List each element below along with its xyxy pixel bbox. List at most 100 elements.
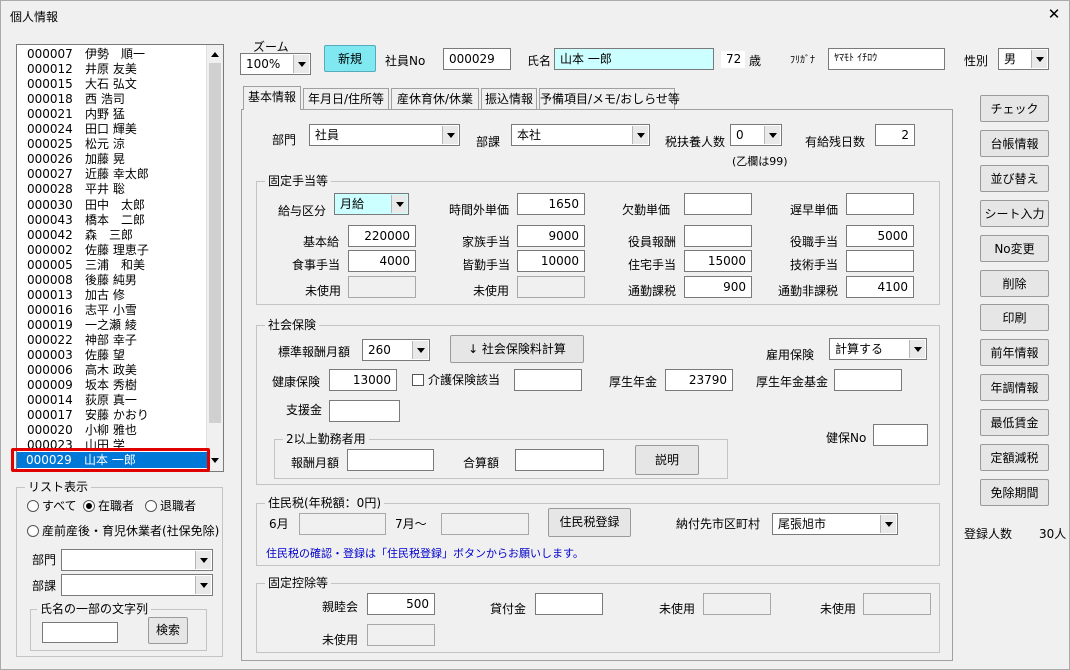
emp-no-field[interactable]: 000029 [443, 48, 511, 70]
sort-button[interactable]: 並び替え [980, 164, 1049, 192]
pension-fund-field[interactable] [834, 369, 902, 391]
list-item[interactable]: 000018 西 浩司 [27, 92, 125, 107]
list-item[interactable]: 000008 後藤 純男 [27, 273, 137, 288]
sheet-input-button[interactable]: シート入力 [980, 199, 1049, 227]
health-no-field[interactable] [873, 424, 928, 446]
health-field[interactable]: 13000 [329, 369, 397, 391]
list-item[interactable]: 000015 大石 弘文 [27, 77, 137, 92]
filter-section-select[interactable] [61, 574, 213, 596]
remun-field[interactable] [347, 449, 434, 471]
employee-list[interactable]: 000007 伊勢 順一 000012 井原 友美 000015 大石 弘文 000018 西… [16, 44, 224, 472]
list-item[interactable]: 000002 佐藤 理恵子 [27, 243, 149, 258]
list-item[interactable]: 000030 田中 太郎 [27, 198, 145, 213]
commute-tax-field[interactable]: 900 [684, 276, 752, 298]
list-item[interactable]: 000012 井原 友美 [27, 62, 137, 77]
name-search-input[interactable] [42, 622, 118, 643]
list-item[interactable]: 000019 一之瀬 綾 [27, 318, 137, 333]
housing-field[interactable]: 15000 [684, 250, 752, 272]
scroll-down-icon[interactable] [208, 453, 222, 467]
total-field[interactable] [515, 449, 604, 471]
list-item[interactable]: 000017 安藤 かおり [27, 408, 149, 423]
list-item[interactable]: 000005 三浦 和美 [27, 258, 145, 273]
new-button[interactable]: 新規 [324, 45, 376, 72]
filter-dept-label: 部門 [32, 553, 57, 567]
list-item[interactable]: 000027 近藤 幸太郎 [27, 167, 149, 182]
late-rate-field[interactable] [846, 193, 914, 215]
list-item[interactable]: 000021 内野 猛 [27, 107, 125, 122]
support-field[interactable] [329, 400, 400, 422]
employment-ins-select[interactable]: 計算する [829, 338, 927, 360]
list-item[interactable]: 000003 佐藤 望 [27, 348, 125, 363]
min-wage-button[interactable]: 最低賃金 [980, 409, 1049, 437]
list-item[interactable]: 000020 小柳 雅也 [27, 423, 137, 438]
filter-dept-select[interactable] [61, 549, 213, 571]
list-item[interactable]: 000028 平井 聡 [27, 182, 125, 197]
tab-reserve[interactable]: 予備項目/メモ/おしらせ等 [539, 88, 680, 110]
no-change-button[interactable]: No変更 [980, 234, 1049, 262]
name-field[interactable]: 山本 一郎 [554, 48, 714, 70]
zoom-select[interactable]: 100% [240, 53, 311, 75]
commute-notax-field[interactable]: 4100 [846, 276, 914, 298]
year-end-button[interactable]: 年調情報 [980, 374, 1049, 402]
base-pay-field[interactable]: 220000 [348, 225, 416, 247]
care-field[interactable] [514, 369, 582, 391]
tab-dates-address[interactable]: 年月日/住所等 [303, 88, 389, 110]
list-item[interactable]: 000026 加藤 晃 [27, 152, 125, 167]
city-select[interactable]: 尾張旭市 [772, 513, 898, 535]
check-button[interactable]: チェック [980, 95, 1049, 122]
pay-type-select[interactable]: 月給 [334, 193, 409, 215]
family-field[interactable]: 9000 [517, 225, 585, 247]
calc-social-button[interactable]: ↓ 社会保険料計算 [450, 335, 584, 363]
scroll-up-icon[interactable] [208, 47, 222, 61]
gender-select[interactable]: 男 [998, 48, 1049, 70]
radio-all[interactable] [27, 500, 39, 512]
overtime-rate-field[interactable]: 1650 [517, 193, 585, 215]
section-select[interactable]: 本社 [511, 124, 650, 146]
delete-button[interactable]: 削除 [980, 269, 1049, 297]
exemption-period-button[interactable]: 免除期間 [980, 478, 1049, 506]
dependents-select[interactable]: 0 [730, 124, 782, 146]
list-item[interactable]: 000013 加古 修 [27, 288, 125, 303]
print-button[interactable]: 印刷 [980, 304, 1049, 332]
list-item[interactable]: 000007 伊勢 順一 [27, 47, 145, 62]
list-item[interactable]: 000043 橋本 二郎 [27, 213, 145, 228]
pension-field[interactable]: 23790 [665, 369, 733, 391]
list-item[interactable]: 000006 高木 政美 [27, 363, 137, 378]
meal-field[interactable]: 4000 [348, 250, 416, 272]
club-field[interactable]: 500 [367, 593, 435, 615]
explain-button[interactable]: 説明 [635, 445, 699, 475]
search-button[interactable]: 検索 [148, 617, 188, 644]
paid-leave-field[interactable]: 2 [875, 124, 915, 146]
list-item[interactable]: 000014 荻原 真一 [27, 393, 137, 408]
list-item[interactable]: 000025 松元 涼 [27, 137, 125, 152]
scroll-thumb[interactable] [209, 63, 221, 423]
register-resident-button[interactable]: 住民税登録 [548, 508, 631, 537]
radio-retired[interactable] [145, 500, 157, 512]
list-scrollbar[interactable] [206, 45, 223, 471]
officer-pay-field[interactable] [684, 225, 752, 247]
list-item[interactable]: 000009 坂本 秀樹 [27, 378, 137, 393]
attendance-field[interactable]: 10000 [517, 250, 585, 272]
list-item[interactable]: 000016 志平 小雪 [27, 303, 137, 318]
flat-tax-cut-button[interactable]: 定額減税 [980, 444, 1049, 471]
kana-field[interactable]: ﾔﾏﾓﾄ ｲﾁﾛｳ [828, 48, 945, 70]
tab-transfer[interactable]: 振込情報 [481, 88, 537, 110]
list-item[interactable]: 000042 森 三郎 [27, 228, 133, 243]
radio-maternity[interactable] [27, 525, 39, 537]
list-item[interactable]: 000022 神部 幸子 [27, 333, 137, 348]
absence-rate-field[interactable] [684, 193, 752, 215]
skill-field[interactable] [846, 250, 914, 272]
loan-field[interactable] [535, 593, 603, 615]
close-icon[interactable]: ✕ [1046, 5, 1062, 23]
prev-year-button[interactable]: 前年情報 [980, 339, 1049, 367]
ledger-button[interactable]: 台帳情報 [980, 129, 1049, 157]
care-checkbox[interactable] [412, 374, 424, 386]
std-monthly-select[interactable]: 260 [362, 339, 430, 361]
tab-basic[interactable]: 基本情報 [243, 86, 301, 110]
june-label: 6月 [269, 517, 289, 531]
radio-active[interactable] [83, 500, 95, 512]
tab-leave[interactable]: 産休育休/休業 [391, 88, 479, 110]
list-item[interactable]: 000024 田口 輝美 [27, 122, 137, 137]
dept-select[interactable]: 社員 [309, 124, 460, 146]
position-field[interactable]: 5000 [846, 225, 914, 247]
